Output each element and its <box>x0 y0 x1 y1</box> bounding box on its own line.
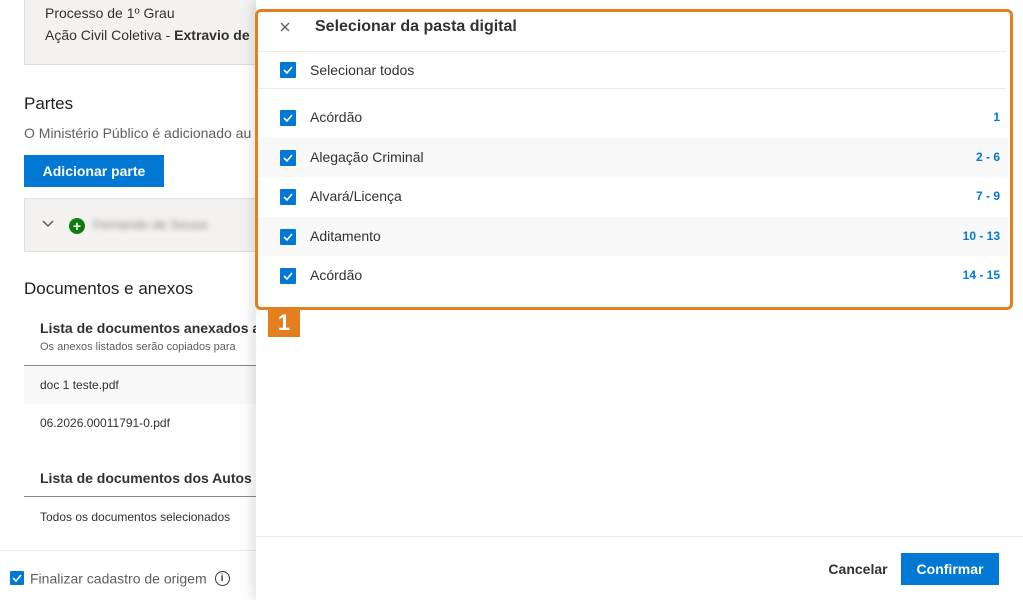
close-icon[interactable] <box>276 18 294 36</box>
list-item[interactable]: Alegação Criminal 2 - 6 <box>256 137 1008 177</box>
background-content: Processo de 1º Grau Ação Civil Coletiva … <box>0 0 258 600</box>
divider <box>0 550 258 551</box>
page-range: 2 - 6 <box>975 149 1000 164</box>
checkbox-checked-icon[interactable] <box>280 62 296 78</box>
add-party-button[interactable]: Adicionar parte <box>24 155 164 187</box>
parties-note: O Ministério Público é adicionado au <box>24 125 252 141</box>
checkbox-checked-icon[interactable] <box>10 571 24 586</box>
select-digital-folder-panel: Selecionar da pasta digital Selecionar t… <box>256 0 1023 600</box>
process-info-box: Processo de 1º Grau Ação Civil Coletiva … <box>24 0 258 65</box>
checkbox-checked-icon[interactable] <box>280 228 296 245</box>
add-circle-icon: + <box>69 218 85 234</box>
cancel-button[interactable]: Cancelar <box>822 553 894 585</box>
annotation-step-badge: 1 <box>268 309 300 337</box>
finalize-origin-checkbox[interactable]: Finalizar cadastro de origem i <box>10 569 230 586</box>
action-type: Ação Civil Coletiva - <box>45 27 175 43</box>
page-range: 10 - 13 <box>962 228 1000 243</box>
page-range: 7 - 9 <box>975 189 1000 203</box>
action-subject: Extravio de <box>174 27 250 43</box>
chevron-down-icon[interactable] <box>41 216 55 230</box>
document-name: Acórdão <box>310 267 363 283</box>
party-name: Fernando de Sousa <box>93 217 208 232</box>
autos-list-title: Lista de documentos dos Autos in <box>40 470 258 486</box>
page-range: 14 - 15 <box>962 268 1000 282</box>
autos-selected-text: Todos os documentos selecionados <box>40 510 231 524</box>
info-icon[interactable]: i <box>214 570 230 586</box>
confirm-button[interactable]: Confirmar <box>901 553 999 585</box>
documents-heading: Documentos e anexos <box>24 279 194 298</box>
attached-list-title: Lista de documentos anexados ao <box>40 320 258 336</box>
checkbox-checked-icon[interactable] <box>280 110 296 126</box>
divider <box>256 88 1006 89</box>
divider <box>256 536 1023 537</box>
document-name: Alvará/Licença <box>310 188 402 204</box>
document-name: Acórdão <box>310 109 363 125</box>
parties-heading: Partes <box>24 94 74 113</box>
process-degree: Processo de 1º Grau <box>45 5 175 21</box>
list-item: 06.2026.00011791-0.pdf <box>24 404 258 442</box>
divider <box>24 496 258 497</box>
checkbox-checked-icon[interactable] <box>280 189 296 205</box>
list-item[interactable]: Acórdão 14 - 15 <box>256 256 1008 296</box>
attached-list-note: Os anexos listados serão copiados para <box>40 341 236 353</box>
divider <box>256 51 1006 52</box>
document-name: Aditamento <box>310 227 381 244</box>
list-item: doc 1 teste.pdf <box>24 366 258 404</box>
select-all-label: Selecionar todos <box>310 62 415 78</box>
action-line: Ação Civil Coletiva - Extravio de <box>45 27 250 43</box>
attached-file-name: 06.2026.00011791-0.pdf <box>40 416 170 430</box>
list-item[interactable]: Alvará/Licença 7 - 9 <box>256 177 1008 217</box>
panel-title: Selecionar da pasta digital <box>315 18 517 35</box>
attached-file-name: doc 1 teste.pdf <box>40 378 119 392</box>
document-list: Acórdão 1 Alegação Criminal 2 - 6 Alvará… <box>256 98 1008 296</box>
document-name: Alegação Criminal <box>310 148 424 165</box>
finalize-label: Finalizar cadastro de origem <box>30 570 207 587</box>
checkbox-checked-icon[interactable] <box>280 149 296 166</box>
party-card[interactable]: + Fernando de Sousa <box>24 198 258 252</box>
list-item: Todos os documentos selecionados <box>24 498 258 536</box>
page-range: 1 <box>993 110 1000 124</box>
checkbox-checked-icon[interactable] <box>280 268 296 284</box>
list-item[interactable]: Aditamento 10 - 13 <box>256 216 1008 256</box>
list-item[interactable]: Acórdão 1 <box>256 98 1008 138</box>
